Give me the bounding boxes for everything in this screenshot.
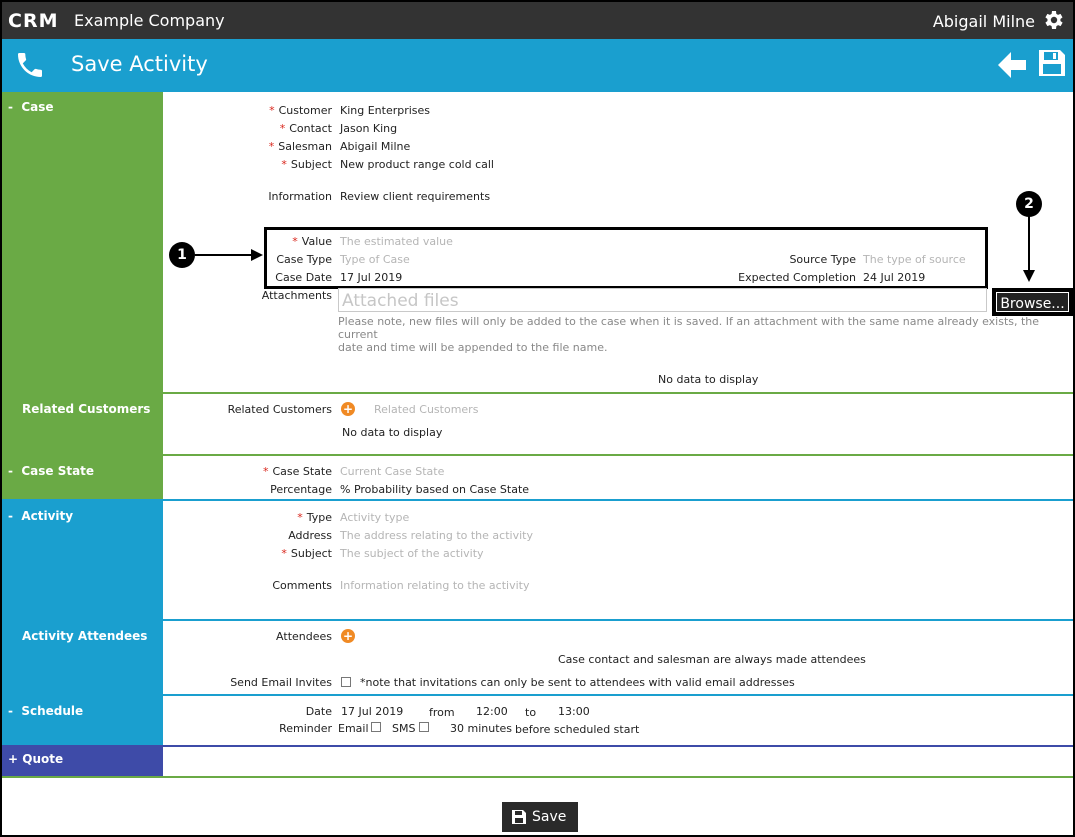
section-related-customers-header[interactable]: Related Customers [2, 394, 163, 454]
source-type-label: Source Type [789, 253, 856, 266]
send-email-invites-note: *note that invitations can only be sent … [360, 676, 795, 689]
attendees-note: Case contact and salesman are always mad… [558, 653, 866, 666]
title-bar: Save Activity [2, 39, 1073, 92]
crm-logo: CRM [8, 10, 59, 32]
activity-type-select[interactable]: Activity type [340, 511, 409, 524]
subject-label: * Subject [281, 158, 332, 171]
value-input[interactable]: The estimated value [340, 235, 453, 248]
address-label: Address [288, 529, 332, 542]
comments-input[interactable]: Information relating to the activity [340, 579, 529, 592]
to-time-input[interactable]: 13:00 [558, 705, 590, 718]
section-title: Case [21, 100, 54, 114]
activity-subject-input[interactable]: The subject of the activity [340, 547, 484, 560]
from-time-input[interactable]: 12:00 [476, 705, 508, 718]
section-schedule-header[interactable]: - Schedule [2, 696, 163, 745]
reminder-label: Reminder [279, 722, 332, 735]
related-customers-empty-text: No data to display [342, 426, 443, 439]
case-type-select[interactable]: Type of Case [340, 253, 410, 266]
gear-icon[interactable] [1041, 8, 1065, 32]
collapse-toggle[interactable]: - [8, 704, 13, 718]
browse-button-label: Browse... [996, 292, 1069, 312]
expand-toggle[interactable]: + [8, 752, 18, 766]
contact-value[interactable]: Jason King [340, 122, 397, 135]
section-title: Related Customers [22, 402, 151, 416]
collapse-toggle[interactable]: - [8, 464, 13, 478]
related-customers-input[interactable]: Related Customers [374, 403, 478, 416]
annotation-callout-1: 1 [169, 242, 195, 268]
case-state-label: * Case State [262, 465, 332, 478]
back-arrow-icon[interactable] [996, 49, 1028, 81]
section-case-state-header[interactable]: - Case State [2, 456, 163, 500]
customer-label: * Customer [269, 104, 332, 117]
send-email-invites-checkbox[interactable] [341, 677, 351, 687]
address-input[interactable]: The address relating to the activity [340, 529, 533, 542]
section-title: Case State [21, 464, 95, 478]
reminder-minutes-input[interactable]: 30 minutes [450, 722, 512, 735]
attachments-empty-text: No data to display [658, 373, 759, 386]
reminder-sms-label: SMS [392, 722, 416, 735]
reminder-before-label: before scheduled start [515, 723, 640, 736]
section-title: Activity Attendees [22, 629, 148, 643]
divider [2, 776, 1073, 778]
page-title: Save Activity [71, 52, 208, 76]
phone-icon [18, 53, 42, 77]
value-label: * Value [292, 235, 332, 248]
from-label: from [429, 706, 455, 719]
related-customers-label: Related Customers [227, 403, 332, 416]
save-icon[interactable] [1037, 48, 1067, 78]
percentage-value[interactable]: % Probability based on Case State [340, 483, 529, 496]
schedule-date-input[interactable]: 17 Jul 2019 [341, 705, 403, 718]
information-label: Information [268, 190, 332, 203]
section-title: Quote [22, 752, 64, 766]
expected-completion-input[interactable]: 24 Jul 2019 [863, 271, 925, 284]
activity-subject-label: * Subject [281, 547, 332, 560]
attachments-note: Please note, new files will only be adde… [338, 315, 1040, 354]
contact-label: * Contact [279, 122, 332, 135]
case-state-select[interactable]: Current Case State [340, 465, 444, 478]
salesman-label: * Salesman [268, 140, 332, 153]
reminder-sms-checkbox[interactable] [419, 722, 429, 732]
add-related-customer-icon[interactable]: + [341, 402, 355, 416]
save-icon [512, 810, 526, 824]
activity-type-label: * Type [297, 511, 332, 524]
attendees-label: Attendees [276, 630, 332, 643]
send-email-invites-label: Send Email Invites [230, 676, 332, 689]
section-activity-attendees-header[interactable]: Activity Attendees [2, 621, 163, 695]
collapse-toggle[interactable]: - [8, 100, 13, 114]
expected-completion-label: Expected Completion [738, 271, 856, 284]
reminder-email-label: Email [338, 722, 369, 735]
section-title: Activity [21, 509, 74, 523]
information-value[interactable]: Review client requirements [340, 190, 490, 203]
case-date-input[interactable]: 17 Jul 2019 [340, 271, 402, 284]
reminder-email-checkbox[interactable] [371, 722, 381, 732]
save-button[interactable]: Save [502, 802, 578, 832]
to-label: to [525, 706, 537, 719]
attachments-label: Attachments [261, 289, 332, 302]
source-type-select[interactable]: The type of source [863, 253, 966, 266]
schedule-date-label: Date [305, 705, 332, 718]
customer-value[interactable]: King Enterprises [340, 104, 430, 117]
save-button-label: Save [532, 809, 567, 825]
collapse-toggle[interactable]: - [8, 509, 13, 523]
subject-value[interactable]: New product range cold call [340, 158, 494, 171]
top-bar: CRM Example Company Abigail Milne [2, 2, 1073, 39]
app-frame: CRM Example Company Abigail Milne Save A… [0, 0, 1075, 837]
section-title: Schedule [21, 704, 84, 718]
case-date-label: Case Date [275, 271, 332, 284]
section-activity-header[interactable]: - Activity [2, 501, 163, 619]
section-case-header[interactable]: - Case [2, 92, 163, 392]
company-name: Example Company [74, 11, 225, 30]
case-type-label: Case Type [276, 253, 332, 266]
attachments-input[interactable]: Attached files [338, 288, 987, 312]
section-quote-header[interactable]: + Quote [2, 747, 163, 776]
percentage-label: Percentage [270, 483, 332, 496]
user-name[interactable]: Abigail Milne [933, 12, 1035, 31]
add-attendee-icon[interactable]: + [341, 629, 355, 643]
salesman-value[interactable]: Abigail Milne [340, 140, 410, 153]
browse-button[interactable]: Browse... [992, 288, 1073, 316]
annotation-callout-2: 2 [1016, 191, 1042, 217]
comments-label: Comments [272, 579, 332, 592]
annotation-arrow-down [1023, 216, 1035, 282]
